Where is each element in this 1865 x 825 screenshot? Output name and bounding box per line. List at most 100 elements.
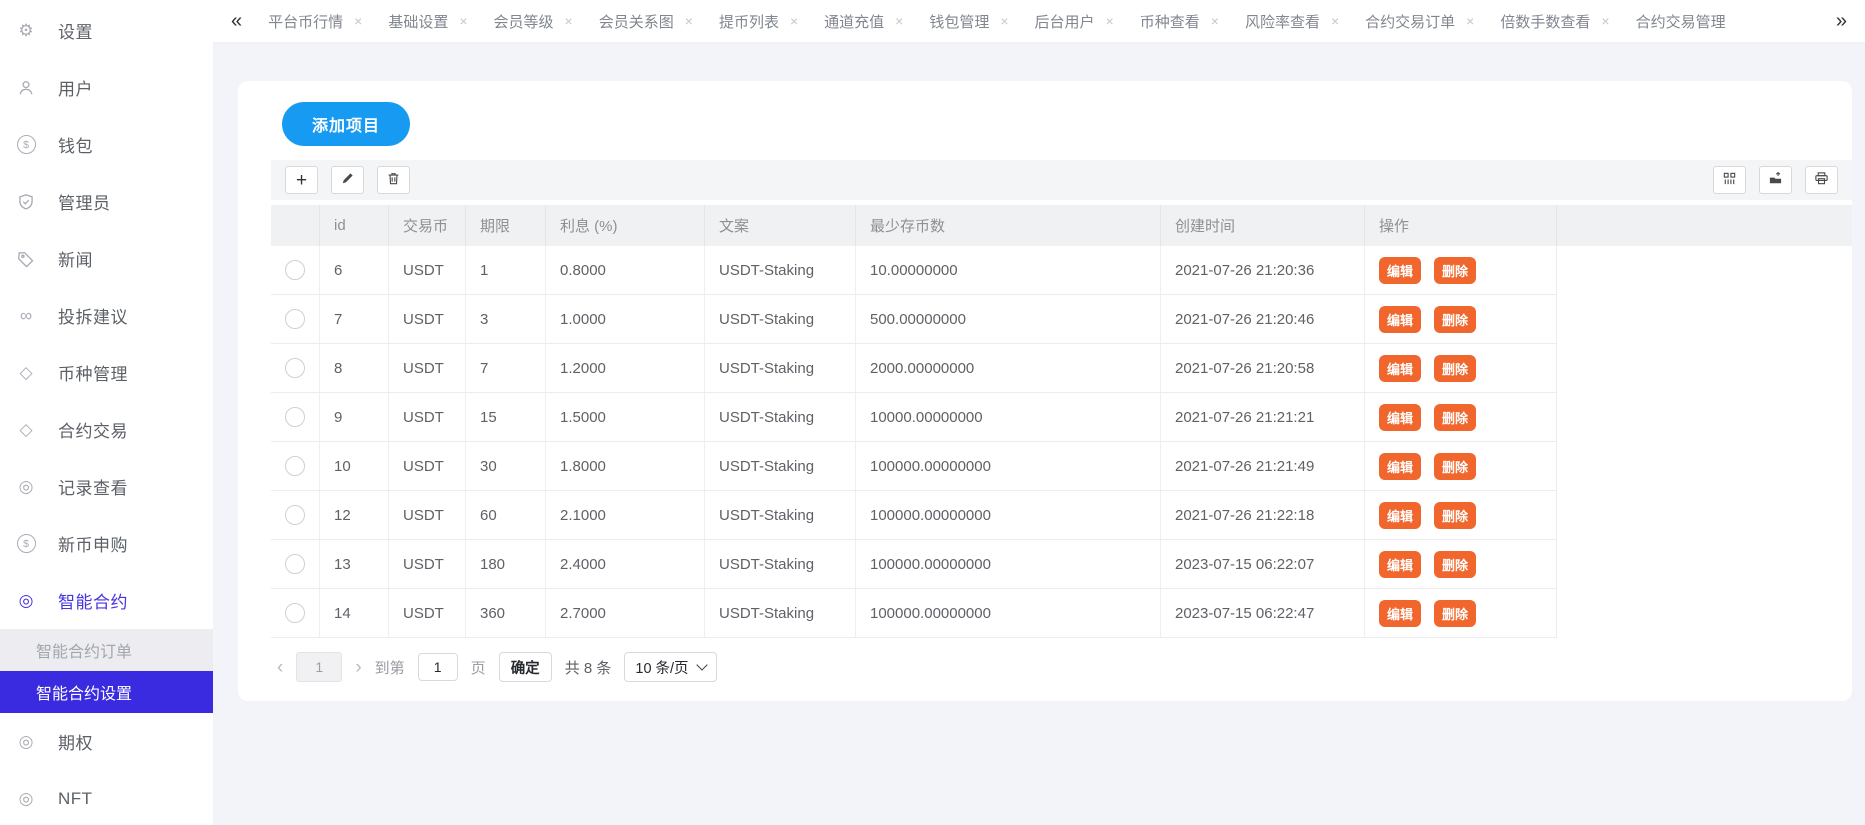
pencil-button[interactable] [331,166,364,194]
tab[interactable]: 会员关系图× [599,11,693,32]
tab[interactable]: 合约交易订单× [1365,11,1474,32]
delete-button[interactable]: 删除 [1434,355,1476,382]
tab-close-icon[interactable]: × [1000,13,1008,29]
tab[interactable]: 后台用户 × [1035,11,1114,32]
tab[interactable]: 平台币行情× [268,11,362,32]
edit-button[interactable]: 编辑 [1379,551,1421,578]
tab[interactable]: 会员等级× [494,11,573,32]
sidebar-item[interactable]: $新币申购 [0,515,213,572]
next-page-icon[interactable]: › [355,658,361,677]
tab[interactable]: 合约交易管理 [1636,11,1726,32]
sidebar-item[interactable]: ◎NFT [0,770,213,825]
tab-close-icon[interactable]: × [685,13,693,29]
delete-button[interactable]: 删除 [1434,404,1476,431]
tab[interactable]: 通道充值× [824,11,903,32]
table-header: id交易币期限利息 (%)文案最少存币数创建时间操作 [271,205,1852,246]
cell-created: 2021-07-26 21:20:58 [1160,344,1364,392]
shield-check-icon [15,193,37,211]
tab-close-icon[interactable]: × [1106,13,1114,29]
sidebar-item[interactable]: $钱包 [0,116,213,173]
columns-button[interactable] [1713,166,1746,194]
cell-coin: USDT [388,246,465,294]
delete-button[interactable]: 删除 [1434,453,1476,480]
tab[interactable]: 钱包管理× [929,11,1008,32]
page-size-select[interactable]: 10 条/页 [624,652,716,682]
tab[interactable]: 基础设置× [388,11,467,32]
tab-label: 后台用户 [1035,11,1095,32]
plus-button[interactable]: + [285,166,318,194]
confirm-button[interactable]: 确定 [499,652,552,682]
edit-button[interactable]: 编辑 [1379,355,1421,382]
edit-button[interactable]: 编辑 [1379,502,1421,529]
cell-interest: 1.5000 [545,393,704,441]
table-row: 7USDT31.0000USDT-Staking500.000000002021… [271,295,1556,344]
sidebar-subitem-label: 智能合约订单 [36,638,132,662]
sidebar-item[interactable]: ◎记录查看 [0,458,213,515]
sidebar-item-label: NFT [58,789,93,809]
sidebar-item[interactable]: ◇币种管理 [0,344,213,401]
add-project-button[interactable]: 添加项目 [282,102,410,146]
sidebar-item[interactable]: ◇合约交易 [0,401,213,458]
sidebar-item[interactable]: ◎期权 [0,713,213,770]
cell-text: USDT-Staking [704,344,855,392]
delete-button[interactable]: 删除 [1434,502,1476,529]
sidebar-item[interactable]: ∞投拆建议 [0,287,213,344]
delete-button[interactable]: 删除 [1434,551,1476,578]
tab-close-icon[interactable]: × [459,13,467,29]
trash-button[interactable] [377,166,410,194]
row-radio-button[interactable] [285,554,305,574]
row-radio-button[interactable] [285,358,305,378]
row-radio-button[interactable] [285,407,305,427]
collapse-right-icon[interactable]: » [1836,11,1847,31]
row-radio-button[interactable] [285,309,305,329]
export-button[interactable] [1759,166,1792,194]
tab[interactable]: 风险率查看× [1245,11,1339,32]
sidebar-item[interactable]: 管理员 [0,173,213,230]
tab-close-icon[interactable]: × [895,13,903,29]
sidebar-item[interactable]: ⚙设置 [0,2,213,59]
edit-button[interactable]: 编辑 [1379,453,1421,480]
sidebar-item[interactable]: ◎智能合约 [0,572,213,629]
tab[interactable]: 币种查看× [1140,11,1219,32]
delete-button[interactable]: 删除 [1434,600,1476,627]
sidebar-item[interactable]: 用户 [0,59,213,116]
sidebar-item[interactable]: 新闻 [0,230,213,287]
main-area: « 平台币行情× 基础设置× 会员等级× 会员关系图× 提币列表× 通道充值× 钱包管理× 后… [213,0,1865,825]
cell-term: 180 [465,540,545,588]
prev-page-icon[interactable]: ‹ [277,658,283,677]
total-count-label: 共 8 条 [565,657,612,678]
row-radio-button[interactable] [285,456,305,476]
tab[interactable]: 倍数手数查看× [1500,11,1609,32]
row-radio-button[interactable] [285,505,305,525]
tab-close-icon[interactable]: × [1331,13,1339,29]
table-row: 8USDT71.2000USDT-Staking2000.00000000202… [271,344,1556,393]
collapse-left-icon[interactable]: « [231,11,242,31]
delete-button[interactable]: 删除 [1434,306,1476,333]
sidebar-subitem[interactable]: 智能合约订单 [0,629,213,671]
sidebar-subitem[interactable]: 智能合约设置 [0,671,213,713]
cell-id: 9 [319,393,388,441]
tab-close-icon[interactable]: × [565,13,573,29]
current-page-button[interactable]: 1 [296,652,342,682]
tab-close-icon[interactable]: × [1601,13,1609,29]
tab-close-icon[interactable]: × [1211,13,1219,29]
edit-button[interactable]: 编辑 [1379,404,1421,431]
tab-close-icon[interactable]: × [790,13,798,29]
content-card: 添加项目 + id交易币期限利息 (%)文案最少存币数创建时间操作 6USDT1… [238,81,1852,701]
admin-page: ⚙设置用户$钱包管理员新闻∞投拆建议◇币种管理◇合约交易◎记录查看$新币申购◎智… [0,0,1865,825]
tab-close-icon[interactable]: × [1466,13,1474,29]
tab[interactable]: 提币列表× [719,11,798,32]
tab-close-icon[interactable]: × [354,13,362,29]
cell-text: USDT-Staking [704,540,855,588]
page-number-input[interactable] [418,653,458,681]
table-body: 6USDT10.8000USDT-Staking10.000000002021-… [271,246,1557,638]
edit-button[interactable]: 编辑 [1379,306,1421,333]
edit-button[interactable]: 编辑 [1379,257,1421,284]
edit-button[interactable]: 编辑 [1379,600,1421,627]
delete-button[interactable]: 删除 [1434,257,1476,284]
row-radio-button[interactable] [285,260,305,280]
cell-id: 6 [319,246,388,294]
print-button[interactable] [1805,166,1838,194]
cell-interest: 2.1000 [545,491,704,539]
row-radio-button[interactable] [285,603,305,623]
